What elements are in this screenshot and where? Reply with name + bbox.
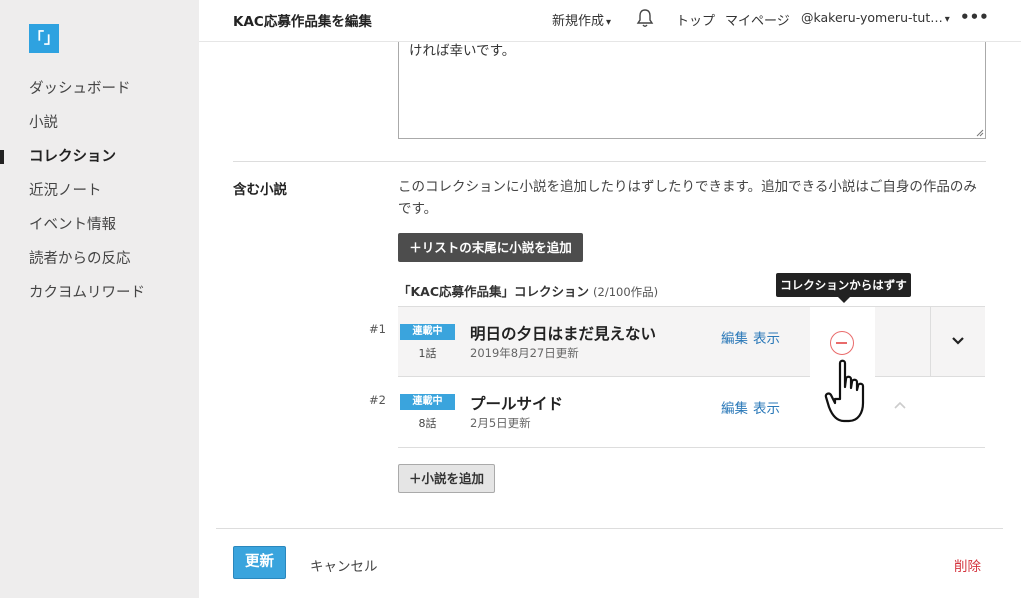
novels-section-description: このコレクションに小説を追加したりはずしたりできます。追加できる小説はご自身の作… bbox=[398, 179, 977, 217]
section-divider bbox=[233, 161, 986, 162]
description-text: ければ幸いです。 bbox=[409, 43, 516, 59]
account-name: @kakeru-yomeru-tut… bbox=[801, 10, 943, 25]
remove-circle-icon[interactable] bbox=[830, 331, 854, 355]
episode-count: 1話 bbox=[418, 347, 437, 360]
edit-link[interactable]: 編集 bbox=[721, 397, 748, 417]
edit-link[interactable]: 編集 bbox=[721, 327, 748, 347]
sidebar-item-novels[interactable]: 小説 bbox=[0, 106, 199, 140]
mypage-link[interactable]: マイページ bbox=[725, 10, 790, 29]
add-to-end-button[interactable]: ＋リストの末尾に小説を追加 bbox=[398, 233, 583, 262]
novel-title[interactable]: 明日の夕日はまだ見えない bbox=[470, 322, 656, 344]
updated-date: 2月5日更新 bbox=[470, 416, 531, 430]
sidebar-item-events[interactable]: イベント情報 bbox=[0, 208, 199, 242]
sidebar-item-collections[interactable]: コレクション bbox=[0, 140, 199, 174]
delete-button[interactable]: 削除 bbox=[954, 555, 981, 575]
add-novel-button[interactable]: ＋小説を追加 bbox=[398, 464, 495, 493]
top-header: KAC応募作品集を編集 新規作成 ▾ トップ マイページ @kakeru-yome… bbox=[199, 0, 1021, 42]
sidebar-nav: ダッシュボード 小説 コレクション 近況ノート イベント情報 読者からの反応 カ… bbox=[0, 72, 199, 310]
footer-divider bbox=[216, 528, 1003, 529]
top-link[interactable]: トップ bbox=[676, 10, 715, 29]
move-up-button[interactable] bbox=[892, 399, 912, 419]
cancel-button[interactable]: キャンセル bbox=[310, 555, 378, 575]
remove-tooltip: コレクションからはずす bbox=[776, 273, 911, 303]
novel-title[interactable]: プールサイド bbox=[470, 392, 563, 414]
move-down-button[interactable] bbox=[930, 307, 985, 376]
collection-count: (2/100作品) bbox=[593, 285, 659, 299]
status-badge: 連載中 bbox=[400, 324, 455, 340]
bell-icon[interactable] bbox=[636, 8, 654, 32]
sidebar-item-reactions[interactable]: 読者からの反応 bbox=[0, 242, 199, 276]
chevron-up-icon bbox=[894, 401, 906, 409]
novels-section-label: 含む小説 bbox=[233, 182, 287, 198]
updated-date: 2019年8月27日更新 bbox=[470, 346, 579, 360]
hand-cursor-icon bbox=[824, 359, 865, 423]
new-post-label: 新規作成 bbox=[552, 14, 605, 29]
episode-count: 8話 bbox=[418, 417, 437, 430]
novel-row: 連載中 1話 明日の夕日はまだ見えない 2019年8月27日更新 編集 表示 bbox=[398, 306, 985, 378]
sidebar: 「」 ダッシュボード 小説 コレクション 近況ノート イベント情報 読者からの反… bbox=[0, 0, 199, 598]
more-menu-icon[interactable]: ••• bbox=[960, 8, 989, 26]
sidebar-item-notes[interactable]: 近況ノート bbox=[0, 174, 199, 208]
page-title: KAC応募作品集を編集 bbox=[233, 14, 372, 30]
sidebar-item-dashboard[interactable]: ダッシュボード bbox=[0, 72, 199, 106]
chevron-down-icon: ▾ bbox=[606, 17, 612, 28]
kakuyomu-logo[interactable]: 「」 bbox=[29, 24, 59, 53]
chevron-down-icon: ▾ bbox=[944, 14, 950, 25]
row-number: #2 bbox=[369, 393, 386, 407]
collection-heading: 「KAC応募作品集」コレクション (2/100作品) bbox=[398, 281, 658, 300]
view-link[interactable]: 表示 bbox=[753, 327, 780, 347]
collection-title: 「KAC応募作品集」コレクション bbox=[398, 284, 590, 299]
status-badge: 連載中 bbox=[400, 394, 455, 410]
chevron-down-icon bbox=[952, 337, 964, 345]
new-post-menu[interactable]: 新規作成 ▾ bbox=[552, 10, 611, 29]
view-link[interactable]: 表示 bbox=[753, 397, 780, 417]
sidebar-item-rewards[interactable]: カクヨムリワード bbox=[0, 276, 199, 310]
row-number: #1 bbox=[369, 322, 386, 336]
description-textarea[interactable]: ければ幸いです。 bbox=[398, 30, 986, 139]
novel-row: 連載中 8話 プールサイド 2月5日更新 編集 表示 bbox=[398, 377, 985, 448]
update-button[interactable]: 更新 bbox=[233, 546, 286, 579]
account-menu[interactable]: @kakeru-yomeru-tut… ▾ bbox=[801, 10, 950, 25]
resize-grip-icon[interactable] bbox=[976, 129, 984, 137]
